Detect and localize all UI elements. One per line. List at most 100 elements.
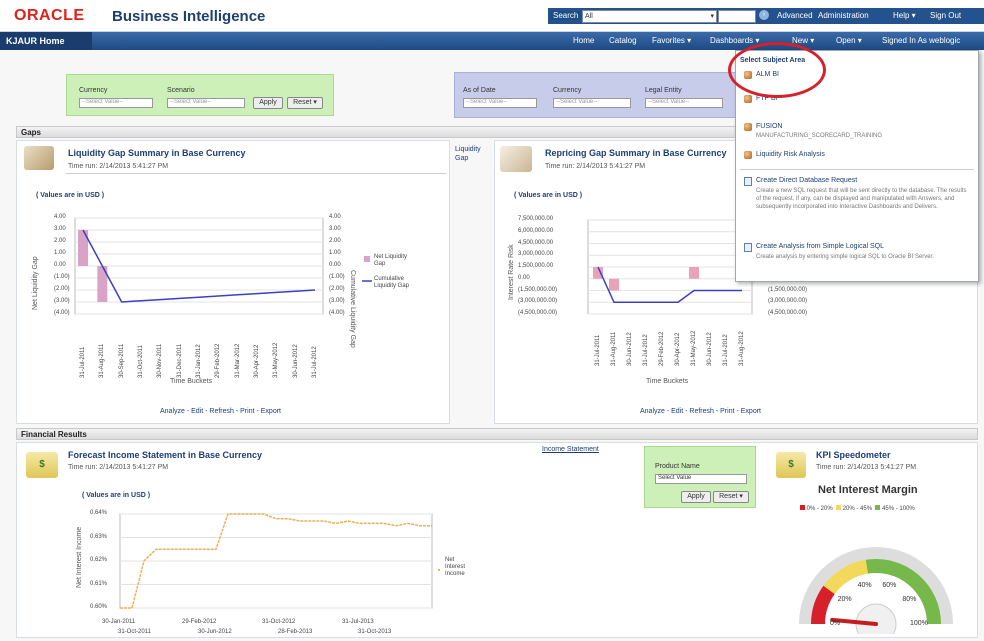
tab-home[interactable]: KJAUR Home	[0, 32, 92, 50]
prompt-panel-left: Currency --Select Value-- Scenario --Sel…	[66, 74, 334, 116]
chart1-x-tick: 31-May-2012	[273, 342, 280, 378]
scenario-select[interactable]: --Select Value--	[167, 98, 245, 108]
chart2-ylabel: Interest Rate Risk	[508, 244, 515, 300]
search-input[interactable]	[718, 10, 756, 23]
currency-select[interactable]: --Select Value--	[79, 98, 153, 108]
chart1-x-tick: 31-Dec-2011	[176, 343, 183, 378]
logical-sql-icon	[744, 243, 752, 252]
chart1-right-tick: (3.00)	[329, 298, 345, 304]
sql-request-icon	[744, 177, 752, 186]
chart1-ylabel: Net Liquidity Gap	[32, 256, 39, 310]
chart2-right-tick: (1,500,000.00)	[768, 286, 808, 293]
chart2-left-tick: (3,000,000.00)	[518, 298, 558, 305]
legend-green-swatch	[875, 505, 881, 510]
nav-catalog[interactable]: Catalog	[609, 36, 637, 45]
scenario-value: --Select Value--	[170, 99, 212, 105]
product-label: Product Name	[655, 463, 700, 470]
chart1-left-tick: (1.00)	[54, 274, 70, 280]
search-scope-select[interactable]: All ▾	[582, 10, 717, 23]
chart1-legend-cumulative: Cumulative Liquidity Gap	[374, 276, 410, 289]
chart3-x-tick-top: 31-Jul-2013	[342, 619, 374, 625]
search-go-icon[interactable]: ›	[759, 10, 769, 20]
chart1-right-tick: (1.00)	[329, 274, 345, 280]
subject-liquidity-risk[interactable]: Liquidity Risk Analysis	[756, 151, 825, 158]
legal-entity-label: Legal Entity	[645, 87, 682, 94]
chart3-y-tick: 0.61%	[90, 580, 108, 587]
apply-button[interactable]: Apply	[253, 97, 283, 109]
currency-label: Currency	[79, 87, 108, 94]
chart3-x-tick-bottom: 31-Oct-2013	[358, 629, 392, 635]
chevron-down-icon: ▾	[710, 13, 714, 20]
search-label: Search	[550, 11, 582, 20]
chart3-ylabel: Net Interest Income	[76, 526, 83, 588]
chart2-x-tick: 29-Feb-2012	[659, 331, 665, 366]
nav-dashboards[interactable]: Dashboards ▾	[710, 36, 759, 45]
cube-icon	[744, 151, 752, 159]
legal-entity-select[interactable]: --Select Value--	[645, 98, 723, 108]
gauge-tick: 100%	[910, 620, 928, 627]
help-menu[interactable]: Help ▾	[893, 11, 916, 20]
currency2-select[interactable]: --Select Value--	[553, 98, 631, 108]
chart2-title: Repricing Gap Summary in Base Currency	[545, 148, 727, 158]
product-select[interactable]: Select Value	[655, 474, 747, 484]
currency-value: --Select Value--	[82, 99, 124, 105]
gauge-zone-red	[811, 585, 835, 625]
chart1-x-tick: 29-Feb-2012	[215, 343, 222, 378]
gauge-legend-2: 45% - 100%	[882, 506, 915, 512]
chart2-time: Time run: 2/14/2013 5:41:27 PM	[545, 163, 646, 170]
legend-yellow-swatch	[836, 505, 842, 510]
chart3-x-tick-top: 29-Feb-2012	[182, 619, 217, 625]
sign-out-link[interactable]: Sign Out	[930, 11, 961, 20]
advanced-link[interactable]: Advanced	[777, 11, 813, 20]
as-of-date-label: As of Date	[463, 87, 496, 94]
administration-link[interactable]: Administration	[818, 11, 869, 20]
chart1-right-tick: 0.00	[329, 262, 341, 268]
chart2-x-tick: 31-May-2012	[691, 330, 697, 366]
chart2-left-tick: 3,000,000.00	[518, 251, 554, 258]
highlight-circle	[728, 42, 826, 98]
scenario-label: Scenario	[167, 87, 195, 94]
chart2-x-tick: 31-Jul-2012	[723, 334, 729, 366]
direct-db-description: Create a new SQL request that will be se…	[756, 188, 967, 210]
product-apply-button[interactable]: Apply	[681, 491, 711, 503]
divider	[66, 173, 446, 174]
section-financial-header[interactable]: Financial Results	[16, 428, 978, 440]
liquidity-gap-link[interactable]: Liquidity Gap	[455, 145, 489, 163]
product-value: Select Value	[658, 475, 692, 481]
gauge-header: KPI Speedometer	[816, 450, 891, 460]
product-reset-button[interactable]: Reset ▾	[713, 491, 749, 503]
create-direct-db-request[interactable]: Create Direct Database Request	[756, 177, 857, 184]
as-of-date-select[interactable]: --Select Value--	[463, 98, 537, 108]
gauge-tick: 20%	[837, 596, 852, 604]
chart1-actions[interactable]: Analyze - Edit - Refresh - Print - Expor…	[160, 408, 281, 415]
chart2-left-tick: 6,000,000.00	[518, 227, 554, 234]
nav-favorites[interactable]: Favorites ▾	[652, 36, 691, 45]
product-prompt: Product Name Select Value Apply Reset ▾	[644, 446, 756, 508]
chart2-actions[interactable]: Analyze - Edit - Refresh - Print - Expor…	[640, 408, 761, 415]
cube-icon	[744, 123, 752, 131]
chart2-left-tick: 7,500,000.00	[518, 216, 554, 222]
create-analysis-logical-sql[interactable]: Create Analysis from Simple Logical SQL	[756, 243, 884, 250]
nav-open[interactable]: Open ▾	[836, 36, 862, 45]
chart2-left-tick: 1,500,000.00	[518, 263, 554, 269]
subject-fusion[interactable]: FUSION	[756, 123, 782, 130]
chart1-x-tick: 31-Jan-2012	[196, 344, 202, 378]
gauge-svg	[799, 547, 953, 634]
chart2-bar	[609, 278, 619, 291]
chart1-left-tick: 3.00	[54, 226, 66, 232]
chart1-left-tick: 0.00	[54, 262, 66, 268]
chart1-left-tick: (4.00)	[54, 310, 70, 316]
legend-swatch-net	[364, 256, 370, 262]
report-icon-2	[500, 146, 532, 172]
chart1-x-tick: 31-Jul-2012	[312, 346, 318, 378]
income-statement-link[interactable]: Income Statement	[542, 446, 599, 453]
signed-in-as: Signed In As weblogic	[882, 36, 961, 45]
nav-home[interactable]: Home	[573, 36, 594, 45]
chart3-time: Time run: 2/14/2013 5:41:27 PM	[68, 464, 169, 471]
chart3-values-note: ( Values are in USD )	[82, 492, 151, 499]
chart2-x-tick: 31-Jul-2011	[595, 334, 601, 366]
chart1-x-tick: 31-Mar-2012	[234, 343, 241, 378]
reset-button[interactable]: Reset ▾	[287, 97, 323, 109]
chart1-right-tick: 2.00	[329, 238, 341, 244]
chart1-left-tick: (3.00)	[54, 298, 70, 304]
